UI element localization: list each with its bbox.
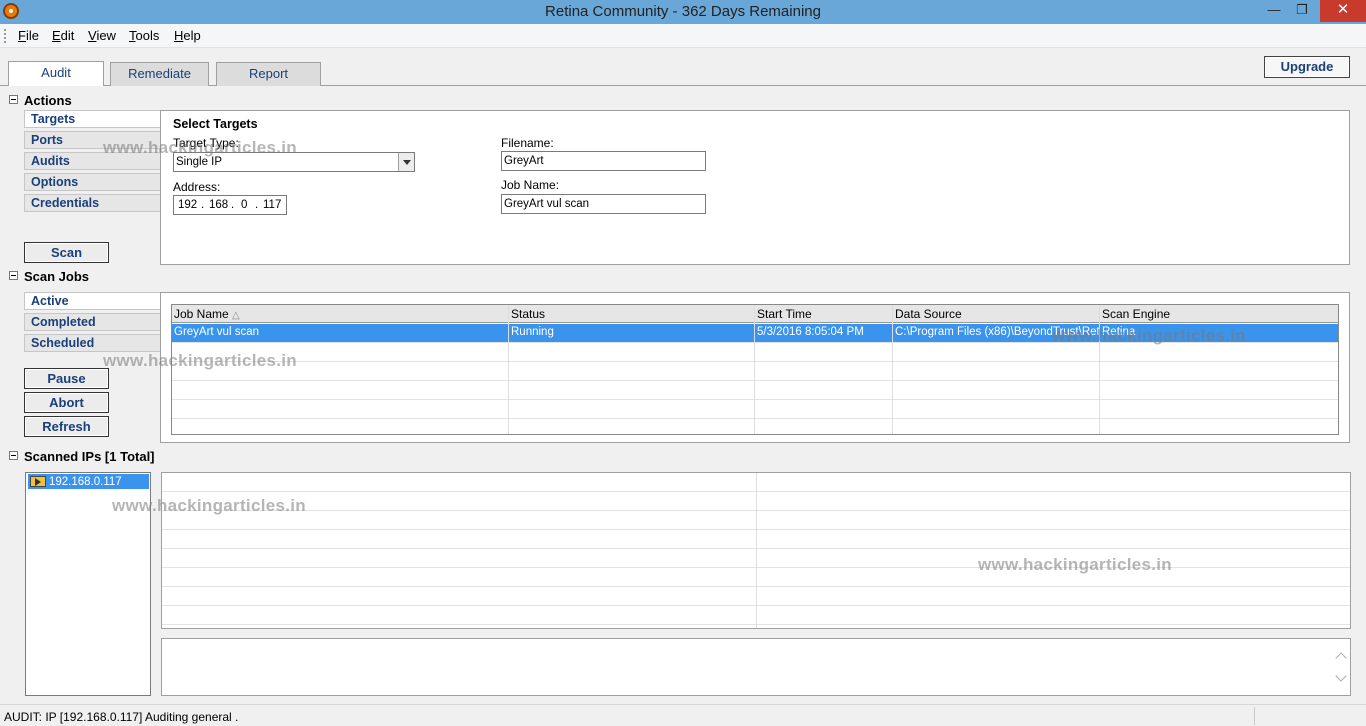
table-row-empty [172,362,1338,381]
nav-active[interactable]: Active [24,292,161,310]
menu-bar: File Edit View Tools Help [0,24,1366,48]
col-start-time[interactable]: Start Time [757,307,812,321]
title-bar: Retina Community - 362 Days Remaining — … [0,0,1366,24]
table-row-empty [172,400,1338,419]
abort-button[interactable]: Abort [24,392,109,413]
scroll-down-icon[interactable] [1335,670,1348,683]
address-octet-4: 117 [263,199,282,211]
address-label: Address: [173,180,221,194]
tab-report[interactable]: Report [216,62,321,86]
scan-jobs-grid: Job Name △ Status Start Time Data Source… [171,304,1339,435]
address-octet-1: 192 [178,199,198,211]
detail-text-panel[interactable] [161,638,1351,696]
tab-remediate[interactable]: Remediate [110,62,209,86]
refresh-button[interactable]: Refresh [24,416,109,437]
col-data-source[interactable]: Data Source [895,307,962,321]
menu-file[interactable]: File [18,28,39,43]
address-octet-2: 168 [209,199,229,211]
nav-completed[interactable]: Completed [24,313,161,331]
table-row-empty [172,419,1338,434]
grid-header: Job Name △ Status Start Time Data Source… [172,305,1338,323]
scroll-up-icon[interactable] [1335,651,1348,664]
tab-audit[interactable]: Audit [8,61,104,86]
pause-button[interactable]: Pause [24,368,109,389]
status-divider [1254,707,1255,725]
scan-jobs-panel: Job Name △ Status Start Time Data Source… [160,292,1350,443]
jobname-label: Job Name: [501,178,560,192]
actions-header[interactable]: Actions [9,93,72,109]
table-row-empty [172,381,1338,400]
cell-status: Running [511,326,554,338]
list-item[interactable]: 192.168.0.117 [28,474,149,489]
cell-job-name: GreyArt vul scan [174,326,259,338]
address-input[interactable]: 192 . 168 . 0 . 117 [173,195,287,215]
address-octet-3: 0 [241,199,248,211]
filename-input[interactable]: GreyArt [501,151,706,171]
watermark-text: www.hackingarticles.in [112,496,306,515]
window-title: Retina Community - 362 Days Remaining [545,3,821,20]
select-targets-panel: Select Targets Target Type: Single IP Ad… [160,110,1350,265]
col-job-name[interactable]: Job Name △ [174,307,240,321]
scan-jobs-header[interactable]: Scan Jobs [9,269,89,285]
collapse-icon[interactable] [9,271,18,280]
cell-start-time: 5/3/2016 8:05:04 PM [757,326,864,338]
restore-button[interactable]: ❐ [1288,0,1316,22]
nav-targets[interactable]: Targets [24,110,161,128]
watermark-text: www.hackingarticles.in [103,138,297,157]
filename-label: Filename: [501,136,554,150]
minimize-button[interactable]: — [1260,0,1288,22]
col-scan-engine[interactable]: Scan Engine [1102,307,1170,321]
watermark-text: www.hackingarticles.in [1052,326,1246,345]
ip-details-grid [161,472,1351,629]
menu-edit[interactable]: Edit [52,28,74,43]
scanned-ips-header[interactable]: Scanned IPs [1 Total] [9,449,155,465]
scan-button[interactable]: Scan [24,242,109,263]
close-button[interactable]: ✕ [1320,0,1366,22]
status-bar: AUDIT: IP [192.168.0.117] Auditing gener… [0,704,1366,726]
sort-ascending-icon: △ [232,310,240,321]
dropdown-arrow-icon[interactable] [398,153,414,171]
jobname-input[interactable]: GreyArt vul scan [501,194,706,214]
menu-help[interactable]: Help [174,28,201,43]
menu-grip-icon [4,29,6,43]
select-targets-title: Select Targets [173,117,258,131]
collapse-icon[interactable] [9,95,18,104]
watermark-text: www.hackingarticles.in [103,351,297,370]
status-text: AUDIT: IP [192.168.0.117] Auditing gener… [4,710,239,724]
nav-options[interactable]: Options [24,173,161,191]
nav-credentials[interactable]: Credentials [24,194,161,212]
host-icon [30,476,46,487]
menu-view[interactable]: View [88,28,116,43]
watermark-text: www.hackingarticles.in [978,555,1172,574]
col-status[interactable]: Status [511,307,545,321]
upgrade-button[interactable]: Upgrade [1264,56,1350,78]
collapse-icon[interactable] [9,451,18,460]
nav-scheduled[interactable]: Scheduled [24,334,161,352]
menu-tools[interactable]: Tools [129,28,159,43]
